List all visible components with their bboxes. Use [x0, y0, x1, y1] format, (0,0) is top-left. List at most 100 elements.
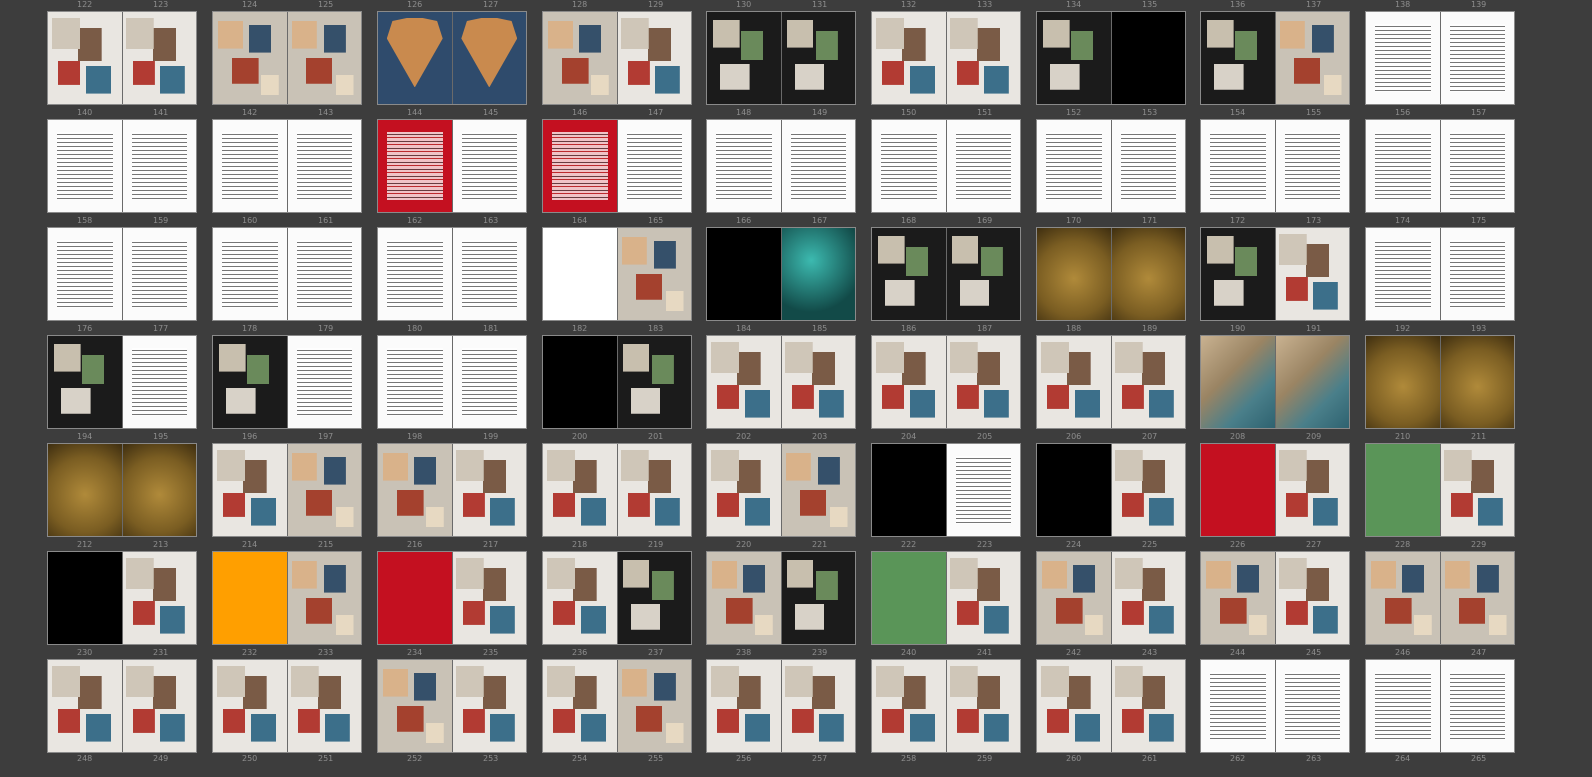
- spread-thumbnail[interactable]: [871, 227, 1021, 321]
- spread-thumbnail[interactable]: [706, 659, 856, 753]
- spread-thumbnail[interactable]: [1365, 335, 1515, 429]
- page-right: [1439, 120, 1514, 212]
- spread-thumbnail[interactable]: [212, 11, 362, 105]
- page-right: [1439, 552, 1514, 644]
- spread-thumbnail[interactable]: [1036, 551, 1186, 645]
- spread-thumbnail[interactable]: [871, 11, 1021, 105]
- spread-thumbnail[interactable]: [1365, 11, 1515, 105]
- page-number-label: 140: [77, 108, 93, 117]
- page-number-label: 238: [736, 648, 752, 657]
- page-right: [1274, 12, 1349, 104]
- spread-thumbnail[interactable]: [1200, 335, 1350, 429]
- spread-thumbnail[interactable]: [377, 227, 527, 321]
- page-left: [1037, 12, 1111, 104]
- page-number-label: 209: [1306, 432, 1322, 441]
- spread-thumbnail[interactable]: [1200, 551, 1350, 645]
- spread-thumbnail[interactable]: [47, 11, 197, 105]
- spread-thumbnail[interactable]: [212, 335, 362, 429]
- spread-thumbnail[interactable]: [542, 551, 692, 645]
- spread-thumbnail[interactable]: [1200, 227, 1350, 321]
- page-right: [286, 12, 361, 104]
- spread-thumbnail[interactable]: [212, 659, 362, 753]
- spread-thumbnail[interactable]: [1200, 443, 1350, 537]
- spread-thumbnail[interactable]: [1036, 11, 1186, 105]
- spread-thumbnail[interactable]: [706, 551, 856, 645]
- spread-thumbnail[interactable]: [706, 227, 856, 321]
- spread-thumbnail[interactable]: [377, 551, 527, 645]
- spread-thumbnail[interactable]: [47, 551, 197, 645]
- page-number-label: 180: [407, 324, 423, 333]
- spread-thumbnail[interactable]: [377, 335, 527, 429]
- page-number-label: 246: [1395, 648, 1411, 657]
- page-left: [1366, 228, 1440, 320]
- spread-thumbnail[interactable]: [377, 11, 527, 105]
- page-number-label: 244: [1230, 648, 1246, 657]
- page-left: [1201, 120, 1275, 212]
- spread-thumbnail[interactable]: [377, 443, 527, 537]
- spread-thumbnail[interactable]: [1365, 659, 1515, 753]
- page-number-label: 154: [1230, 108, 1246, 117]
- spread-thumbnail[interactable]: [706, 119, 856, 213]
- spread-thumbnail[interactable]: [1365, 551, 1515, 645]
- spread-thumbnail[interactable]: [212, 443, 362, 537]
- page-number-label: 250: [242, 754, 258, 763]
- page-number-label: 253: [483, 754, 499, 763]
- page-right: [1274, 120, 1349, 212]
- spread-thumbnail[interactable]: [377, 659, 527, 753]
- spread-thumbnail[interactable]: [706, 11, 856, 105]
- page-number-label: 261: [1142, 754, 1158, 763]
- page-number-label: 205: [977, 432, 993, 441]
- spread-thumbnail[interactable]: [1200, 11, 1350, 105]
- page-right: [780, 12, 855, 104]
- page-number-label: 171: [1142, 216, 1158, 225]
- page-right: [1439, 12, 1514, 104]
- spread-thumbnail[interactable]: [1036, 659, 1186, 753]
- spread-thumbnail[interactable]: [1036, 443, 1186, 537]
- page-left: [213, 120, 287, 212]
- spread-thumbnail[interactable]: [542, 227, 692, 321]
- spread-thumbnail[interactable]: [47, 119, 197, 213]
- spread-thumbnail[interactable]: [1036, 227, 1186, 321]
- spread-thumbnail[interactable]: [212, 551, 362, 645]
- spread-thumbnail[interactable]: [1036, 119, 1186, 213]
- page-number-label: 245: [1306, 648, 1322, 657]
- spread-thumbnail[interactable]: [1200, 659, 1350, 753]
- spread-thumbnail[interactable]: [47, 659, 197, 753]
- page-left: [1201, 552, 1275, 644]
- spread-thumbnail[interactable]: [706, 443, 856, 537]
- page-number-label: 213: [153, 540, 169, 549]
- page-left: [543, 660, 617, 752]
- spread-thumbnail[interactable]: [1365, 119, 1515, 213]
- spread-thumbnail[interactable]: [871, 335, 1021, 429]
- spread-thumbnail[interactable]: [542, 119, 692, 213]
- spread-thumbnail[interactable]: [47, 335, 197, 429]
- spread-thumbnail[interactable]: [1200, 119, 1350, 213]
- page-number-label: 263: [1306, 754, 1322, 763]
- page-number-label: 126: [407, 0, 423, 9]
- spread-thumbnail[interactable]: [706, 335, 856, 429]
- spread-thumbnail[interactable]: [871, 551, 1021, 645]
- spread-thumbnail[interactable]: [871, 443, 1021, 537]
- page-number-label: 240: [901, 648, 917, 657]
- page-right: [945, 552, 1020, 644]
- spread-thumbnail[interactable]: [871, 659, 1021, 753]
- spread-thumbnail[interactable]: [1036, 335, 1186, 429]
- page-left: [1366, 444, 1440, 536]
- spread-thumbnail[interactable]: [47, 443, 197, 537]
- page-number-label: 220: [736, 540, 752, 549]
- spread-thumbnail[interactable]: [47, 227, 197, 321]
- page-number-label: 190: [1230, 324, 1246, 333]
- spread-thumbnail[interactable]: [542, 11, 692, 105]
- page-left: [543, 120, 617, 212]
- spread-thumbnail[interactable]: [542, 659, 692, 753]
- page-number-label: 236: [572, 648, 588, 657]
- spread-thumbnail[interactable]: [542, 335, 692, 429]
- spread-thumbnail[interactable]: [1365, 227, 1515, 321]
- spread-thumbnail[interactable]: [377, 119, 527, 213]
- spread-thumbnail[interactable]: [212, 119, 362, 213]
- spread-thumbnail[interactable]: [1365, 443, 1515, 537]
- spread-thumbnail[interactable]: [542, 443, 692, 537]
- spread-thumbnail[interactable]: [871, 119, 1021, 213]
- page-number-label: 195: [153, 432, 169, 441]
- spread-thumbnail[interactable]: [212, 227, 362, 321]
